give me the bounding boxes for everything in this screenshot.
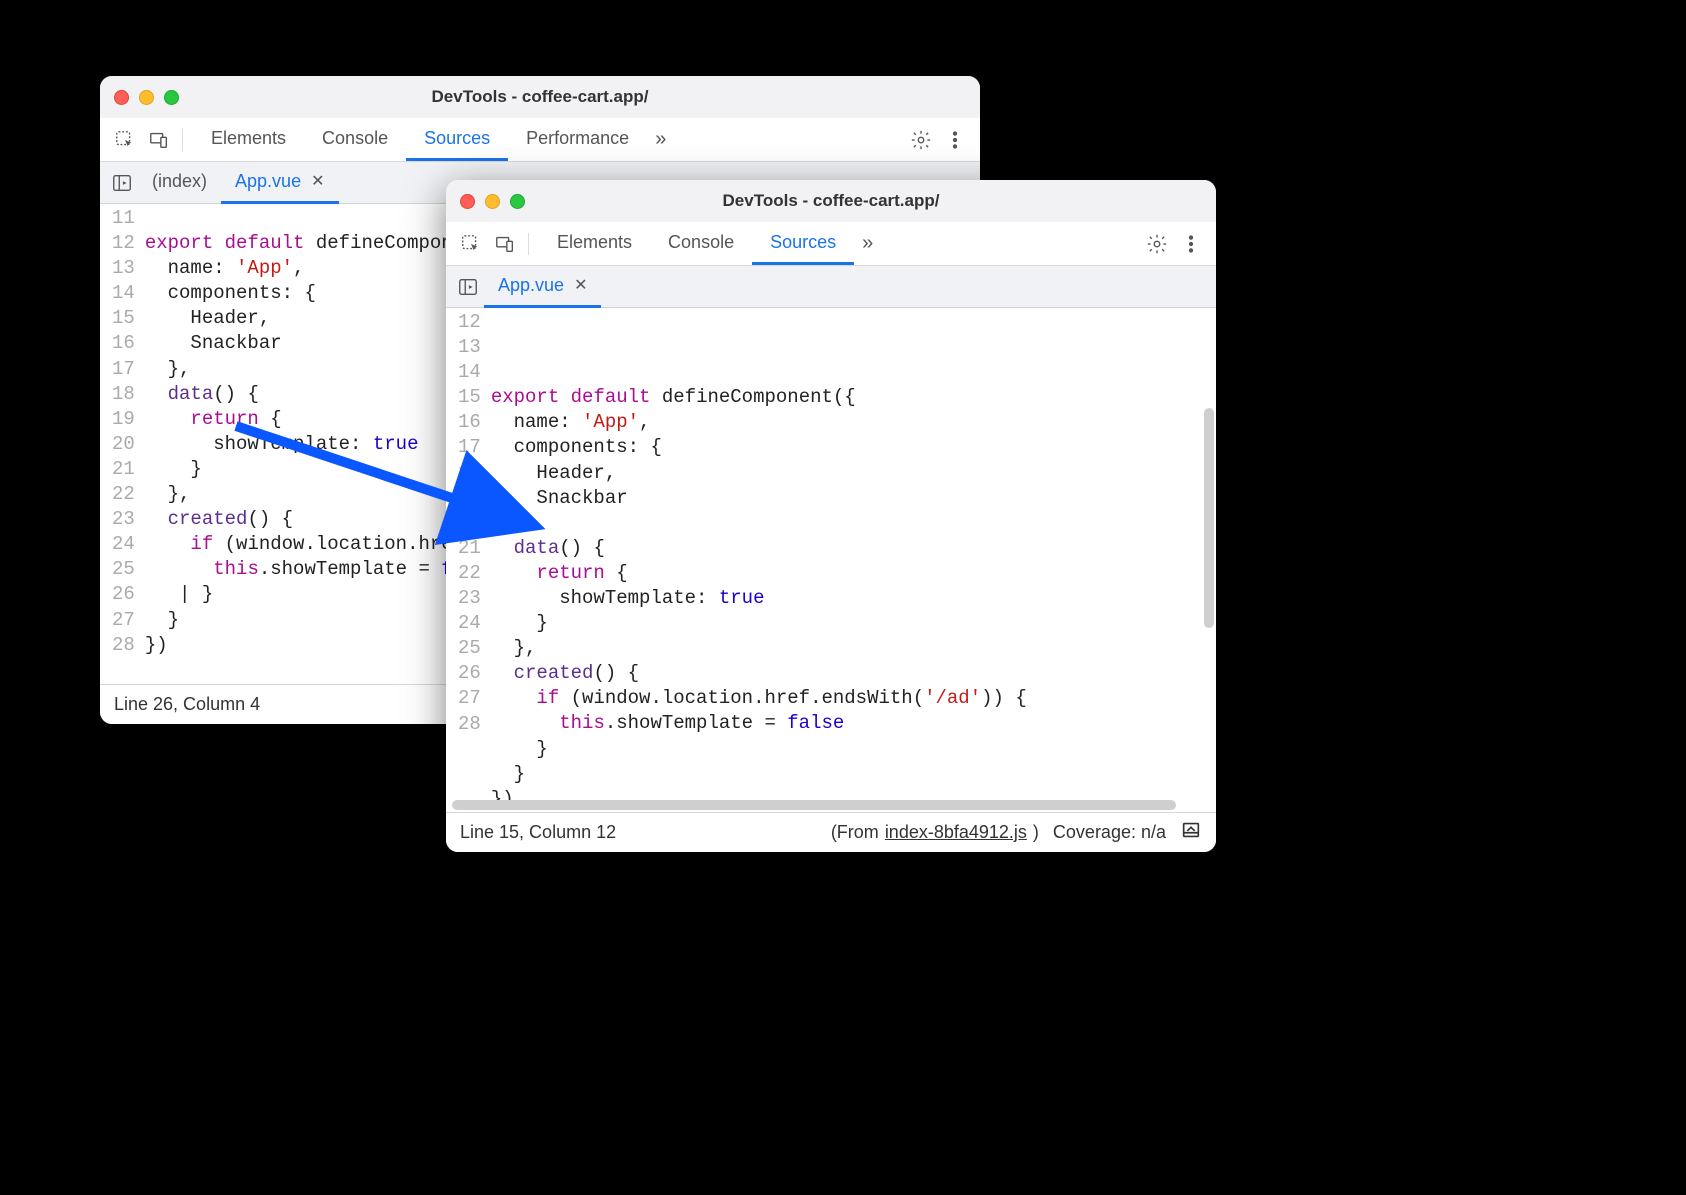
file-tab-app-vue[interactable]: App.vue ✕	[221, 163, 338, 204]
file-tab-index[interactable]: (index)	[138, 163, 221, 204]
tab-sources[interactable]: Sources	[406, 118, 508, 161]
settings-gear-icon[interactable]	[904, 123, 938, 157]
window-titlebar: DevTools - coffee-cart.app/	[446, 180, 1216, 222]
inspect-element-icon[interactable]	[454, 227, 488, 261]
tab-sources[interactable]: Sources	[752, 222, 854, 265]
devtools-toolbar: Elements Console Sources »	[446, 222, 1216, 266]
more-panels-icon[interactable]: »	[854, 232, 878, 255]
tab-elements[interactable]: Elements	[193, 118, 304, 161]
panel-tabs: Elements Console Sources Performance	[193, 118, 647, 161]
cursor-position: Line 26, Column 4	[114, 694, 260, 715]
close-tab-icon[interactable]: ✕	[311, 174, 324, 190]
close-window-button[interactable]	[114, 90, 129, 105]
traffic-lights	[460, 194, 525, 209]
source-map-from: (From index-8bfa4912.js)	[831, 822, 1039, 843]
devtools-toolbar: Elements Console Sources Performance »	[100, 118, 980, 162]
coverage-status: Coverage: n/a	[1053, 822, 1166, 843]
file-tab-label: App.vue	[235, 171, 301, 192]
code-editor[interactable]: 1213141516171819202122232425262728 expor…	[446, 308, 1216, 812]
file-tab-app-vue[interactable]: App.vue ✕	[484, 267, 601, 308]
close-window-button[interactable]	[460, 194, 475, 209]
panel-tabs: Elements Console Sources	[539, 222, 854, 265]
cursor-position: Line 15, Column 12	[460, 822, 616, 843]
source-map-link[interactable]: index-8bfa4912.js	[885, 822, 1027, 843]
device-toggle-icon[interactable]	[488, 227, 522, 261]
window-title: DevTools - coffee-cart.app/	[446, 191, 1216, 211]
maximize-window-button[interactable]	[164, 90, 179, 105]
traffic-lights	[114, 90, 179, 105]
show-navigator-icon[interactable]	[452, 271, 484, 303]
file-tab-label: (index)	[152, 171, 207, 192]
devtools-window-2: DevTools - coffee-cart.app/ Elements Con…	[446, 180, 1216, 852]
horizontal-scrollbar[interactable]	[452, 800, 1176, 810]
window-title: DevTools - coffee-cart.app/	[100, 87, 980, 107]
kebab-menu-icon[interactable]	[938, 123, 972, 157]
tab-elements[interactable]: Elements	[539, 222, 650, 265]
kebab-menu-icon[interactable]	[1174, 227, 1208, 261]
settings-gear-icon[interactable]	[1140, 227, 1174, 261]
tab-performance[interactable]: Performance	[508, 118, 647, 161]
code-content[interactable]: export default defineComponent({ name: '…	[491, 308, 1216, 812]
status-bar: Line 15, Column 12 (From index-8bfa4912.…	[446, 812, 1216, 852]
tab-console[interactable]: Console	[304, 118, 406, 161]
toolbar-separator	[182, 129, 183, 151]
device-toggle-icon[interactable]	[142, 123, 176, 157]
show-navigator-icon[interactable]	[106, 167, 138, 199]
show-drawer-icon[interactable]	[1180, 819, 1202, 846]
close-tab-icon[interactable]: ✕	[574, 278, 587, 294]
file-tabs-bar: App.vue ✕	[446, 266, 1216, 308]
inspect-element-icon[interactable]	[108, 123, 142, 157]
minimize-window-button[interactable]	[485, 194, 500, 209]
maximize-window-button[interactable]	[510, 194, 525, 209]
more-panels-icon[interactable]: »	[647, 128, 671, 151]
tab-console[interactable]: Console	[650, 222, 752, 265]
line-gutter: 111213141516171819202122232425262728	[100, 204, 145, 684]
vertical-scrollbar[interactable]	[1204, 408, 1214, 628]
toolbar-separator	[528, 233, 529, 255]
window-titlebar: DevTools - coffee-cart.app/	[100, 76, 980, 118]
minimize-window-button[interactable]	[139, 90, 154, 105]
file-tab-label: App.vue	[498, 275, 564, 296]
line-gutter: 1213141516171819202122232425262728	[446, 308, 491, 812]
